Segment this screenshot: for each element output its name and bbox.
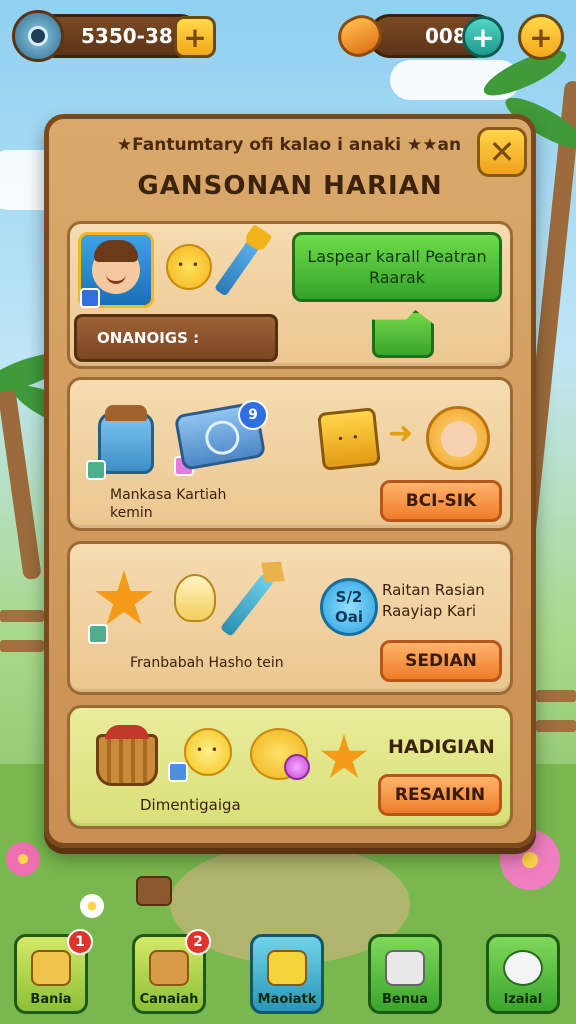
progress-bar: ONANOIGS : — [74, 314, 278, 362]
quest-action-button[interactable]: SEDIAN — [380, 640, 502, 682]
nav-label: Maoiatk — [257, 992, 317, 1007]
close-button[interactable]: ✕ — [477, 127, 527, 177]
notification-badge: 2 — [185, 929, 211, 955]
nav-map[interactable]: Maoiatk — [250, 934, 324, 1014]
level-chip-icon — [80, 288, 100, 308]
top-resource-bar: 5350-38 + 008 + + — [8, 8, 568, 64]
gem-chip-icon — [86, 460, 106, 480]
map-icon — [267, 950, 307, 986]
add-coins-button[interactable]: + — [174, 16, 216, 58]
star-character-icon — [95, 570, 153, 625]
avatar-icon — [28, 26, 48, 46]
quest-card-1: Laspear karall Peatran Raarak ONANOIGS : — [67, 221, 513, 369]
flower — [6, 842, 40, 876]
paintbrush-icon — [214, 239, 260, 297]
bird-character-icon — [174, 574, 216, 622]
tree-stump — [136, 876, 172, 906]
profile-gear-icon[interactable] — [12, 10, 64, 62]
arrow-right-icon: ➜ — [388, 416, 414, 451]
star-character-icon — [320, 734, 368, 778]
nav-settings[interactable]: lzaial — [486, 934, 560, 1014]
plus-icon: + — [471, 20, 495, 54]
green-flag-icon[interactable] — [372, 310, 434, 358]
coin-amount: 5350-38 — [81, 24, 173, 48]
flower — [80, 894, 104, 918]
panel-title: GANSONAN HARIAN — [137, 171, 443, 201]
nav-label: lzaial — [503, 992, 543, 1007]
girl-character-icon — [426, 406, 490, 470]
quest-label: Mankasa Kartiah kemin — [110, 487, 227, 521]
add-premium-button[interactable]: + — [518, 14, 564, 60]
quest-action-label: RESAIKIN — [394, 785, 486, 805]
count-badge: 9 — [238, 400, 268, 430]
sun-character-icon — [166, 244, 212, 290]
timer-badge: S/2 Oai — [320, 578, 378, 636]
candy-icon — [284, 754, 310, 780]
quest-action-label: BCI-SIK — [405, 491, 477, 511]
gem-chip-icon — [88, 624, 108, 644]
notification-badge: 1 — [67, 929, 93, 955]
shop-icon — [149, 950, 189, 986]
nav-flag[interactable]: Benua — [368, 934, 442, 1014]
nav-label: Benua — [381, 992, 428, 1007]
robot-character-icon — [98, 405, 154, 474]
claim-reward-button[interactable]: Laspear karall Peatran Raarak — [292, 232, 502, 302]
gold-card-icon — [317, 407, 381, 471]
nav-label: Bania — [30, 992, 72, 1007]
magic-wand-icon — [219, 573, 275, 637]
quest-card-2: 9 ➜ Mankasa Kartiah kemin BCI-SIK — [67, 377, 513, 531]
gem-chip-icon — [168, 762, 188, 782]
quest-heading: HADIGIAN — [388, 736, 495, 758]
gear-icon — [503, 950, 543, 986]
quest-card-3: Franbabah Hasho tein S/2 Oai Raitan Rasi… — [67, 541, 513, 695]
claim-reward-label: Laspear karall Peatran Raarak — [307, 247, 487, 287]
face-icon — [92, 240, 140, 294]
quest-action-button[interactable]: BCI-SIK — [380, 480, 502, 522]
timer-value: S/2 Oai — [334, 588, 363, 626]
bag-icon — [31, 950, 71, 986]
plus-icon: + — [183, 20, 207, 54]
nav-bag[interactable]: 1 Bania — [14, 929, 93, 1014]
quest-action-button[interactable]: RESAIKIN — [378, 774, 502, 816]
quest-label: Dimentigaiga — [140, 796, 241, 814]
nav-shop[interactable]: 2 Canaiah — [132, 929, 211, 1014]
fence — [0, 610, 44, 622]
smiley-character-icon — [184, 728, 232, 776]
plus-icon: + — [529, 20, 553, 54]
fence — [536, 720, 576, 732]
daily-quest-panel: ★Fantumtary ofi kalao i anaki ★★an ✕ GAN… — [44, 114, 536, 848]
fence — [0, 640, 44, 652]
food-amount: 008 — [425, 24, 467, 48]
quest-card-4: Dimentigaiga HADIGIAN RESAIKIN — [67, 705, 513, 829]
panel-banner: ★Fantumtary ofi kalao i anaki ★★an — [116, 135, 462, 155]
basket-icon — [96, 725, 158, 786]
quest-info: Raitan Rasian Raayiap Kari — [382, 581, 485, 620]
fence — [536, 690, 576, 702]
add-food-button[interactable]: + — [462, 16, 504, 58]
quest-label: Franbabah Hasho tein — [130, 655, 284, 671]
close-icon: ✕ — [488, 133, 516, 171]
nav-label: Canaiah — [139, 992, 199, 1007]
progress-label: ONANOIGS : — [97, 329, 200, 347]
flag-icon — [385, 950, 425, 986]
quest-action-label: SEDIAN — [405, 651, 477, 671]
